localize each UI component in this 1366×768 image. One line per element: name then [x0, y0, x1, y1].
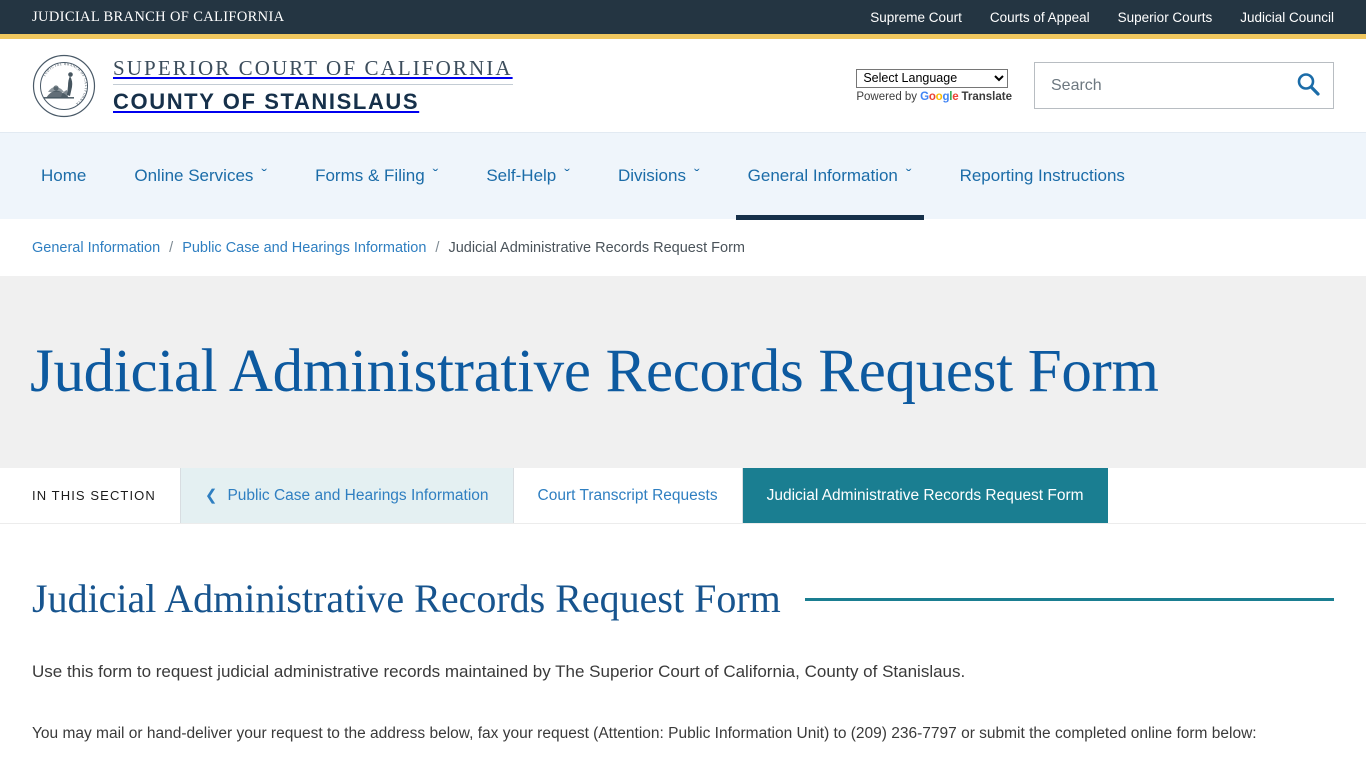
- svg-text:L: L: [84, 84, 88, 86]
- chevron-down-icon: ˇ: [564, 166, 570, 185]
- tab-label: Court Transcript Requests: [537, 486, 718, 504]
- nav-item-label: Reporting Instructions: [959, 166, 1125, 185]
- nav-item-reporting-instructions[interactable]: Reporting Instructions: [936, 133, 1149, 220]
- nav-item-label: Forms & Filing: [315, 166, 425, 185]
- utility-link-courts-of-appeal[interactable]: Courts of Appeal: [990, 10, 1090, 25]
- tab-label: Judicial Administrative Records Request …: [766, 486, 1084, 504]
- nav-item-self-help[interactable]: Self-Help ˇ: [462, 133, 594, 220]
- powered-by-text: Powered by: [856, 90, 918, 103]
- breadcrumb-separator: /: [435, 239, 440, 256]
- california-judicial-branch-seal-icon: J U D I C I A L B R A N C H O F C A L I …: [32, 54, 96, 118]
- chevron-down-icon: ˇ: [693, 166, 700, 185]
- court-logo-link[interactable]: J U D I C I A L B R A N C H O F C A L I …: [32, 54, 513, 118]
- hero-banner: Judicial Administrative Records Request …: [0, 276, 1366, 468]
- translate-word: Translate: [961, 90, 1013, 103]
- search-input[interactable]: [1051, 76, 1295, 95]
- nav-item-label: Online Services: [134, 166, 254, 185]
- content-heading-row: Judicial Administrative Records Request …: [32, 524, 1334, 621]
- nav-item-divisions[interactable]: Divisions ˇ: [594, 133, 724, 220]
- tab-label: Public Case and Hearings Information: [227, 486, 489, 504]
- in-this-section-tabbar: IN THIS SECTION ❮ Public Case and Hearin…: [0, 468, 1366, 524]
- utility-link-supreme-court[interactable]: Supreme Court: [870, 10, 962, 25]
- language-select[interactable]: Select Language: [856, 68, 1009, 88]
- nav-item-label: Home: [41, 166, 87, 185]
- breadcrumb: General Information / Public Case and He…: [0, 219, 1366, 276]
- powered-by-google-translate-label: Powered by Google Translate: [856, 91, 1012, 103]
- in-this-section-label: IN THIS SECTION: [0, 468, 181, 523]
- court-name-line-1: SUPERIOR COURT OF CALIFORNIA: [113, 55, 513, 86]
- nav-item-general-information[interactable]: General Information ˇ: [724, 133, 936, 220]
- court-name-block: SUPERIOR COURT OF CALIFORNIA COUNTY OF S…: [113, 55, 513, 117]
- content-heading: Judicial Administrative Records Request …: [32, 576, 781, 621]
- chevron-down-icon: ˇ: [261, 166, 268, 185]
- tab-public-case-and-hearings-information[interactable]: ❮ Public Case and Hearings Information: [180, 468, 514, 523]
- site-search[interactable]: [1034, 62, 1334, 109]
- court-name-line-2: COUNTY OF STANISLAUS: [113, 89, 420, 115]
- google-logo-icon: Google: [920, 90, 959, 103]
- breadcrumb-item-current: Judicial Administrative Records Request …: [448, 239, 745, 256]
- breadcrumb-item-public-case-and-hearings-information[interactable]: Public Case and Hearings Information: [182, 240, 426, 256]
- primary-navigation: Home Online Services ˇ Forms & Filing ˇ …: [0, 132, 1366, 220]
- search-submit-button[interactable]: [1295, 71, 1321, 100]
- nav-item-home[interactable]: Home: [32, 133, 110, 220]
- utility-nav: Supreme Court Courts of Appeal Superior …: [870, 10, 1334, 25]
- chevron-down-icon: ˇ: [905, 166, 912, 185]
- nav-item-label: General Information: [747, 166, 898, 185]
- breadcrumb-separator: /: [169, 239, 174, 256]
- nav-item-label: Divisions: [617, 166, 686, 185]
- chevron-down-icon: ˇ: [432, 166, 439, 185]
- tab-court-transcript-requests[interactable]: Court Transcript Requests: [514, 468, 743, 523]
- tab-judicial-administrative-records-request-form[interactable]: Judicial Administrative Records Request …: [742, 468, 1108, 523]
- page-title: Judicial Administrative Records Request …: [30, 337, 1159, 405]
- instructions-paragraph: You may mail or hand-deliver your reques…: [32, 724, 1257, 742]
- google-translate-widget: Select Language Powered by Google Transl…: [856, 68, 1012, 103]
- masthead-tools: Select Language Powered by Google Transl…: [856, 62, 1334, 109]
- main-content: Judicial Administrative Records Request …: [0, 524, 1366, 746]
- utility-link-judicial-council[interactable]: Judicial Council: [1240, 10, 1334, 25]
- utility-bar: JUDICIAL BRANCH OF CALIFORNIA Supreme Co…: [0, 0, 1366, 34]
- chevron-left-icon: ❮: [204, 487, 218, 504]
- search-icon: [1295, 71, 1321, 100]
- intro-paragraph: Use this form to request judicial admini…: [32, 662, 966, 681]
- masthead: J U D I C I A L B R A N C H O F C A L I …: [0, 39, 1366, 132]
- heading-divider-rule: [804, 597, 1334, 601]
- utility-link-superior-courts[interactable]: Superior Courts: [1118, 10, 1213, 25]
- nav-item-label: Self-Help: [486, 166, 557, 185]
- nav-item-forms-and-filing[interactable]: Forms & Filing ˇ: [291, 133, 462, 220]
- breadcrumb-item-general-information[interactable]: General Information: [32, 240, 160, 256]
- nav-item-online-services[interactable]: Online Services ˇ: [110, 133, 291, 220]
- judicial-branch-brand-label: JUDICIAL BRANCH OF CALIFORNIA: [32, 8, 285, 25]
